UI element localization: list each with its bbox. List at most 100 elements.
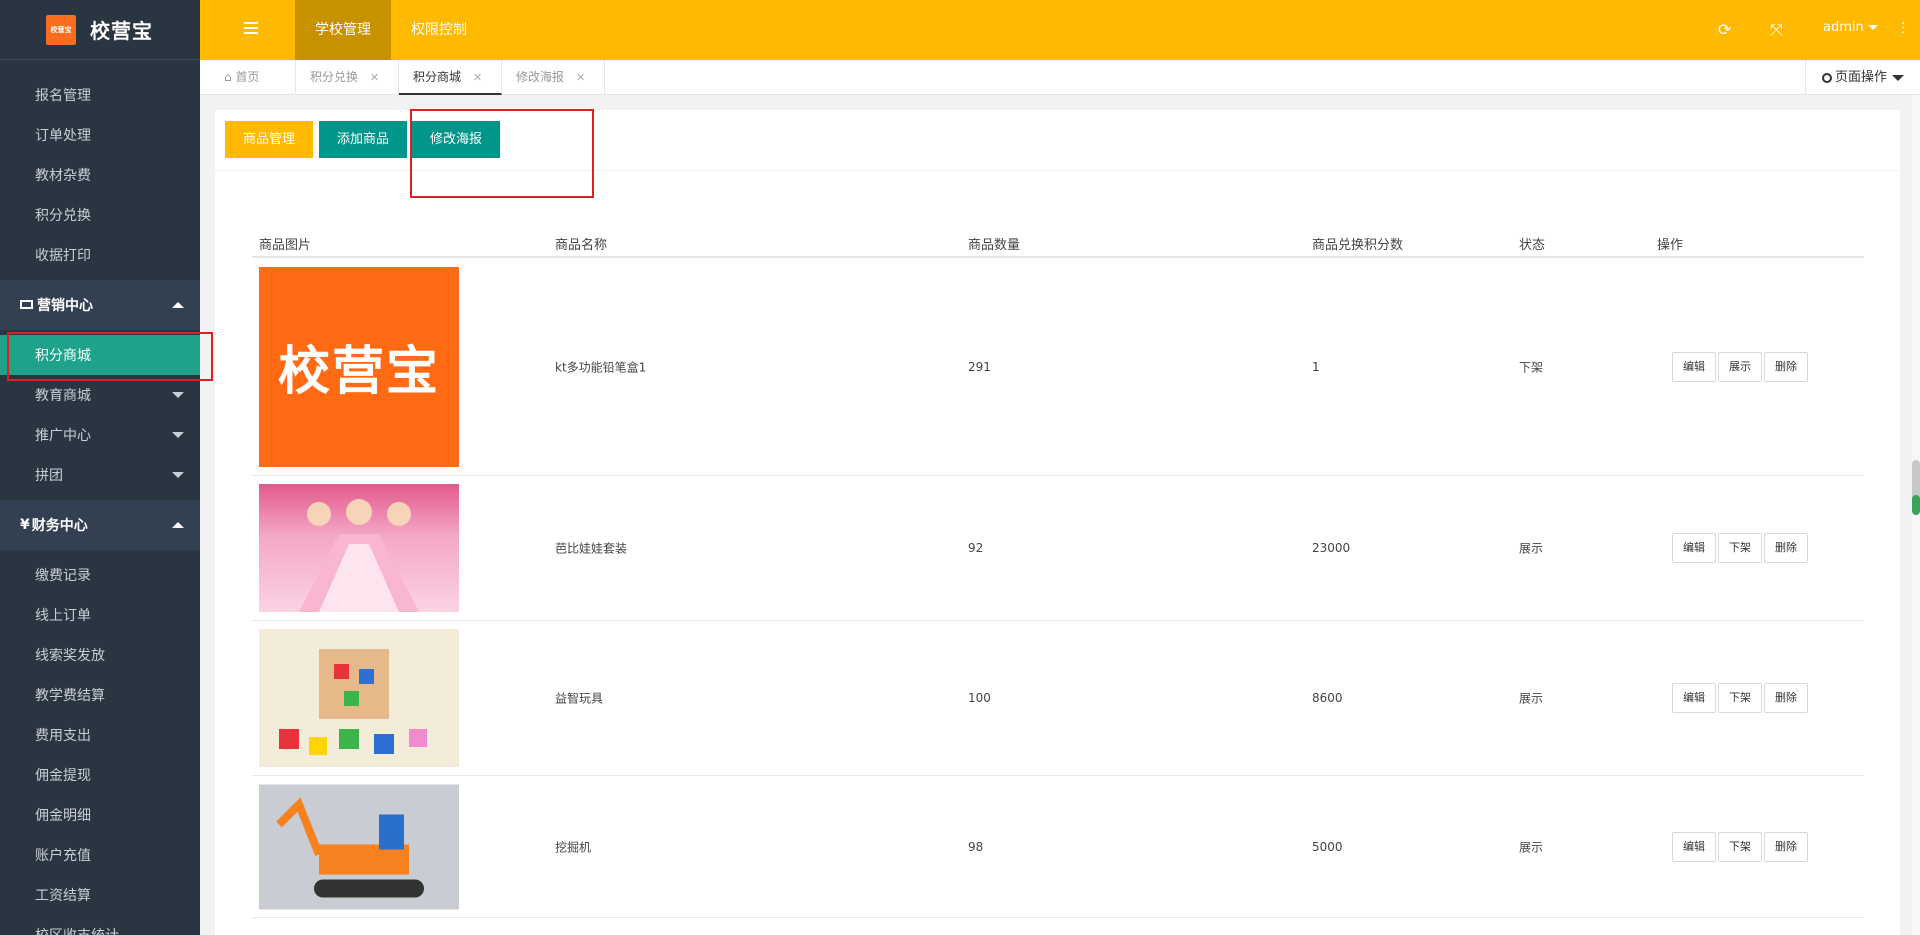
sidebar: 校营宝 校营宝 报名管理 订单处理 教材杂费 积分兑换 收据打印 营销中心 积分… xyxy=(0,0,200,935)
table-row: 益智玩具 100 8600 展示 编辑 下架 删除 xyxy=(252,621,1864,776)
sidebar-item-promotion[interactable]: 推广中心 xyxy=(0,415,200,455)
page-scrollbar[interactable] xyxy=(1912,95,1920,935)
product-image[interactable] xyxy=(259,629,459,767)
page-tabbar: ⌂ 首页 积分兑换 ✕ 积分商城 ✕ 修改海报 ✕ 页面操作 xyxy=(200,60,1920,95)
col-ops: 操作 xyxy=(1657,238,1684,253)
sidebar-item-tuition-settlement[interactable]: 教学费结算 xyxy=(0,675,200,715)
delete-button[interactable]: 删除 xyxy=(1764,533,1808,563)
product-image[interactable] xyxy=(259,484,459,612)
sidebar-item-lead-rewards[interactable]: 线索奖发放 xyxy=(0,635,200,675)
edit-button[interactable]: 编辑 xyxy=(1672,533,1716,563)
sidebar-item-group-buy[interactable]: 拼团 xyxy=(0,455,200,495)
product-points: 23000 xyxy=(1312,541,1351,555)
table-row: 挖掘机 98 5000 展示 编辑 下架 删除 xyxy=(252,776,1864,918)
chevron-down-icon xyxy=(1892,74,1904,81)
sidebar-item-payment-records[interactable]: 缴费记录 xyxy=(0,555,200,595)
product-name: 益智玩具 xyxy=(555,691,604,706)
row-actions: 编辑 展示 删除 xyxy=(1672,351,1808,382)
show-button[interactable]: 展示 xyxy=(1718,351,1762,382)
product-name: 芭比娃娃套装 xyxy=(555,541,628,556)
unlist-button[interactable]: 下架 xyxy=(1718,831,1762,862)
page-tab-label: 修改海报 xyxy=(516,70,565,84)
sidebar-group-label: 财务中心 xyxy=(31,518,88,534)
table-header: 商品图片 商品名称 商品数量 商品兑换积分数 状态 操作 xyxy=(252,228,1864,258)
tab-school-management[interactable]: 学校管理 xyxy=(295,0,391,60)
sidebar-item-label: 拼团 xyxy=(35,468,63,484)
product-qty: 92 xyxy=(968,541,984,555)
col-name: 商品名称 xyxy=(555,238,608,253)
col-qty: 商品数量 xyxy=(968,238,1021,253)
col-points: 商品兑换积分数 xyxy=(1312,238,1404,253)
page-tab-points-exchange[interactable]: 积分兑换 ✕ xyxy=(296,60,399,95)
logo[interactable]: 校营宝 校营宝 xyxy=(0,0,200,60)
sidebar-item-materials[interactable]: 教材杂费 xyxy=(0,155,200,195)
page-tab-label: 积分兑换 xyxy=(310,70,359,84)
sidebar-item-label: 推广中心 xyxy=(35,428,91,444)
sidebar-group-label: 营销中心 xyxy=(37,298,93,314)
tab-permission-control[interactable]: 权限控制 xyxy=(391,0,487,60)
product-image[interactable]: 校营宝 xyxy=(259,266,459,467)
chevron-down-icon xyxy=(172,392,184,398)
product-qty: 291 xyxy=(968,359,991,374)
more-icon[interactable]: ⋮ xyxy=(1896,20,1910,36)
sidebar-item-account-recharge[interactable]: 账户充值 xyxy=(0,835,200,875)
edit-button[interactable]: 编辑 xyxy=(1672,831,1716,862)
yen-icon: ¥ xyxy=(20,517,30,533)
delete-button[interactable]: 删除 xyxy=(1764,351,1808,382)
menu-toggle-icon[interactable] xyxy=(244,22,258,34)
page-tab-points-mall[interactable]: 积分商城 ✕ xyxy=(399,60,502,95)
sidebar-item-edu-mall[interactable]: 教育商城 xyxy=(0,375,200,415)
page-tab-edit-poster[interactable]: 修改海报 ✕ xyxy=(502,60,605,95)
sidebar-item-online-orders[interactable]: 线上订单 xyxy=(0,595,200,635)
sidebar-item-campus-stats[interactable]: 校区收支统计 xyxy=(0,915,200,935)
logo-icon: 校营宝 xyxy=(46,14,76,45)
product-table: 商品图片 商品名称 商品数量 商品兑换积分数 状态 操作 校营宝 kt多功能铅笔… xyxy=(252,228,1864,918)
sidebar-item-orders[interactable]: 订单处理 xyxy=(0,115,200,155)
row-actions: 编辑 下架 删除 xyxy=(1672,683,1808,713)
sidebar-group-marketing[interactable]: 营销中心 xyxy=(0,280,200,330)
edit-button[interactable]: 编辑 xyxy=(1672,351,1716,382)
page-tab-label: 首页 xyxy=(235,70,260,84)
row-actions: 编辑 下架 删除 xyxy=(1672,533,1808,563)
page-tab-label: 积分商城 xyxy=(413,70,462,84)
refresh-icon[interactable]: ⟳ xyxy=(1718,20,1731,39)
close-icon[interactable]: ✕ xyxy=(473,71,482,84)
product-logo-text: 校营宝 xyxy=(277,343,440,401)
chevron-up-icon xyxy=(172,522,184,528)
product-manage-button[interactable]: 商品管理 xyxy=(225,121,314,158)
highlight-box-points-mall xyxy=(7,332,213,381)
delete-button[interactable]: 删除 xyxy=(1764,831,1808,862)
unlist-button[interactable]: 下架 xyxy=(1718,533,1762,563)
unlist-button[interactable]: 下架 xyxy=(1718,683,1762,713)
close-icon[interactable]: ✕ xyxy=(576,71,585,84)
sidebar-item-points-exchange[interactable]: 积分兑换 xyxy=(0,195,200,235)
excavator-image-icon xyxy=(276,796,424,897)
product-points: 1 xyxy=(1312,359,1320,374)
edit-button[interactable]: 编辑 xyxy=(1672,683,1716,713)
product-status: 展示 xyxy=(1519,541,1544,556)
product-image[interactable] xyxy=(259,784,459,909)
delete-button[interactable]: 删除 xyxy=(1764,683,1808,713)
product-qty: 98 xyxy=(968,839,984,854)
page-tab-home[interactable]: ⌂ 首页 xyxy=(210,60,296,95)
sidebar-item-salary-settlement[interactable]: 工资结算 xyxy=(0,875,200,915)
row-actions: 编辑 下架 删除 xyxy=(1672,831,1808,862)
sidebar-item-expenses[interactable]: 费用支出 xyxy=(0,715,200,755)
scrollbar-marker xyxy=(1912,495,1920,515)
product-points: 8600 xyxy=(1312,691,1343,705)
fullscreen-icon[interactable]: ⤧ xyxy=(1770,20,1783,40)
sidebar-group-finance[interactable]: ¥ 财务中心 xyxy=(0,500,200,550)
page-operations-menu[interactable]: 页面操作 xyxy=(1804,60,1920,95)
page-ops-label: 页面操作 xyxy=(1834,70,1887,85)
product-qty: 100 xyxy=(968,691,991,705)
product-status: 下架 xyxy=(1519,360,1544,374)
add-product-button[interactable]: 添加商品 xyxy=(319,121,408,158)
top-header: 学校管理 权限控制 ⟳ ⤧ admin ⋮ xyxy=(200,0,1920,60)
close-icon[interactable]: ✕ xyxy=(370,71,379,84)
sidebar-item-commission-detail[interactable]: 佣金明细 xyxy=(0,795,200,835)
sidebar-item-commission-withdraw[interactable]: 佣金提现 xyxy=(0,755,200,795)
chevron-down-icon xyxy=(172,432,184,438)
sidebar-item-receipt-print[interactable]: 收据打印 xyxy=(0,235,200,275)
sidebar-item-registration[interactable]: 报名管理 xyxy=(0,75,200,115)
user-menu[interactable]: admin xyxy=(1823,20,1878,35)
